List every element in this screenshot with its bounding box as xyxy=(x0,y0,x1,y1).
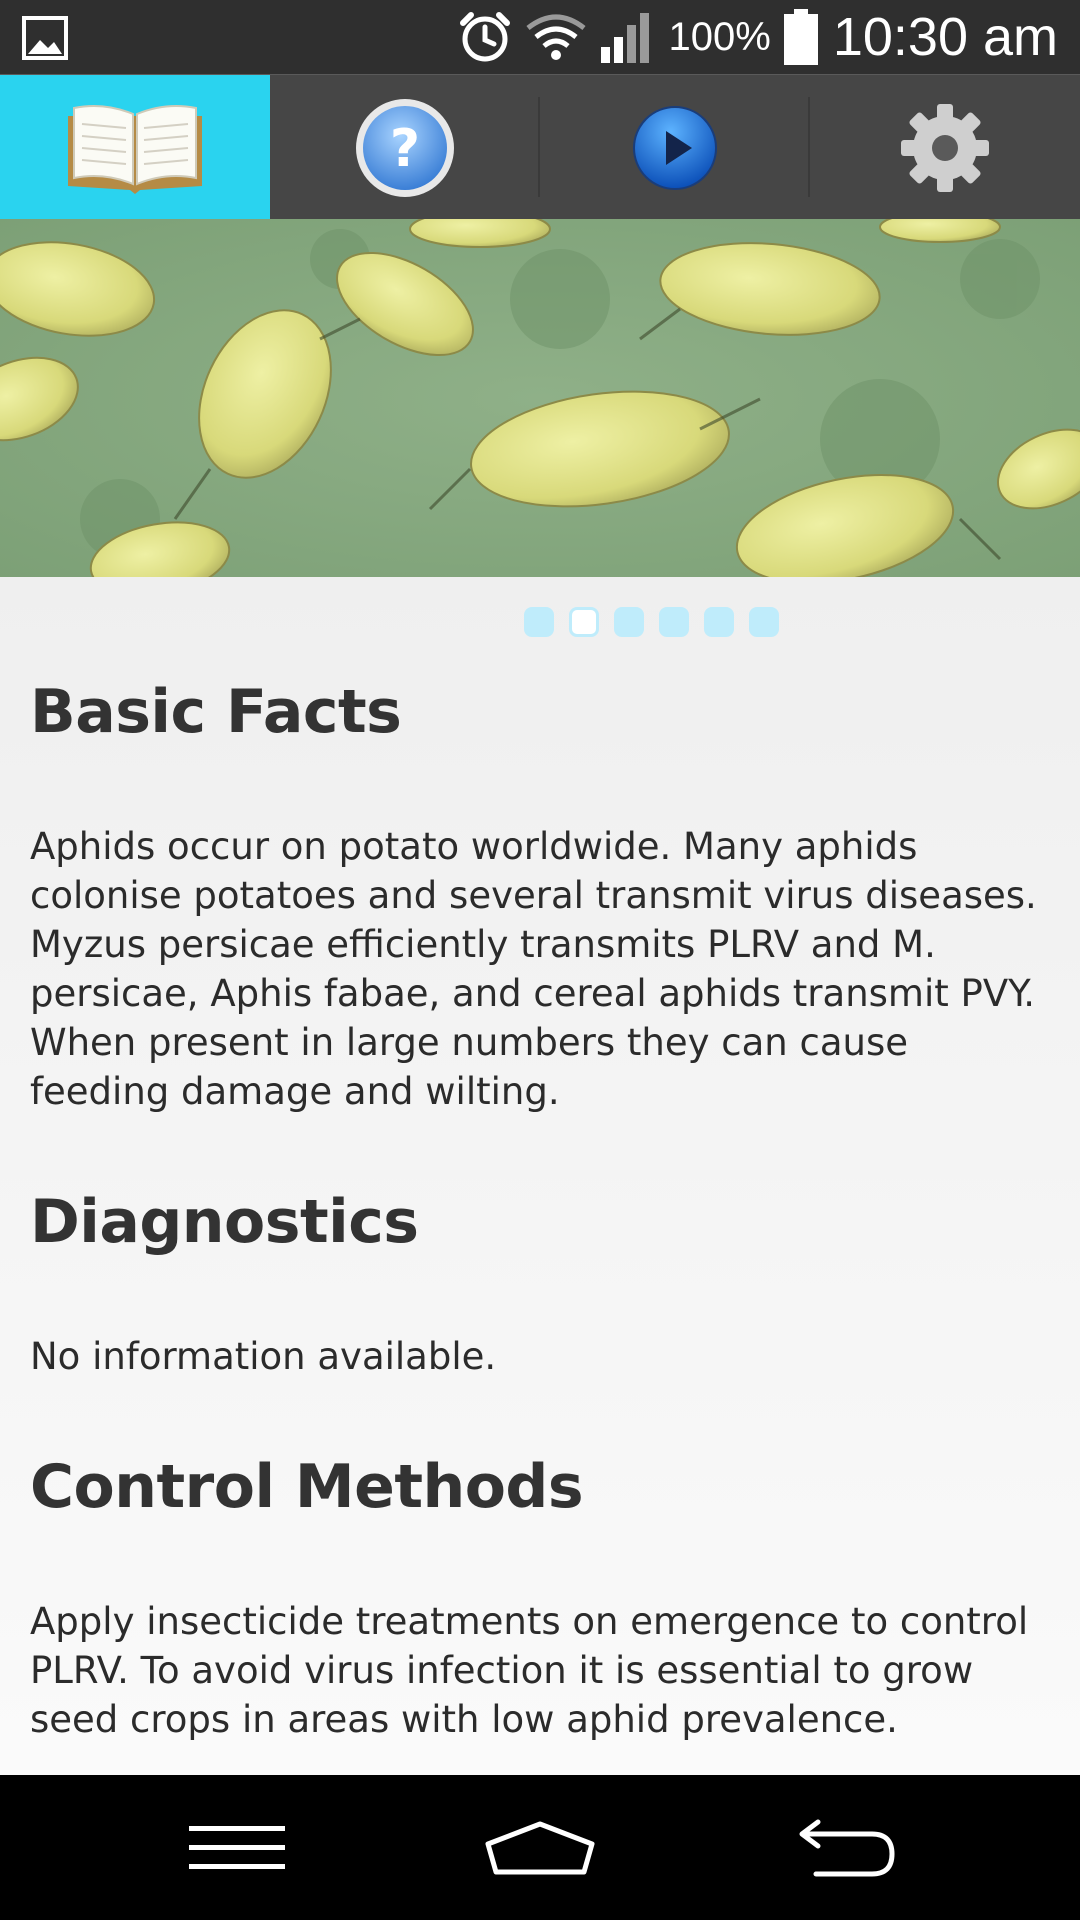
section-body: Aphids occur on potato worldwide. Many a… xyxy=(30,825,1037,1113)
hero-image[interactable] xyxy=(0,219,1080,577)
carousel-dot[interactable] xyxy=(749,607,779,637)
tab-settings[interactable] xyxy=(810,75,1080,220)
aphid-photo xyxy=(0,219,1080,577)
section-diagnostics-body: No information available. xyxy=(30,1332,1050,1381)
section-control-methods-body: Apply insecticide treatments on emergenc… xyxy=(30,1597,1050,1744)
carousel-indicator xyxy=(524,607,794,637)
carousel-dot[interactable] xyxy=(704,607,734,637)
carousel-dot-current[interactable] xyxy=(569,607,599,637)
help-icon: ? xyxy=(356,98,454,197)
signal-icon xyxy=(600,13,649,63)
tab-play[interactable] xyxy=(540,75,810,220)
tab-help[interactable]: ? xyxy=(270,75,540,220)
carousel-dot[interactable] xyxy=(524,607,554,637)
section-basic-facts: Basic Facts xyxy=(30,677,1050,747)
menu-button[interactable] xyxy=(137,1775,337,1920)
carousel-dot[interactable] xyxy=(614,607,644,637)
section-control-methods: Control Methods xyxy=(30,1452,1050,1522)
section-diagnostics: Diagnostics xyxy=(30,1187,1050,1257)
section-heading: Basic Facts xyxy=(30,677,402,747)
content-area[interactable]: Basic Facts Aphids occur on potato world… xyxy=(0,577,1080,1775)
back-button[interactable] xyxy=(744,1775,944,1920)
section-body: No information available. xyxy=(30,1335,497,1378)
carousel-dot[interactable] xyxy=(659,607,689,637)
section-body: Apply insecticide treatments on emergenc… xyxy=(30,1600,1029,1741)
back-icon xyxy=(799,1819,895,1876)
alarm-icon xyxy=(459,12,510,62)
clock: 10:30 am xyxy=(832,7,1058,67)
section-heading: Control Methods xyxy=(30,1452,584,1522)
section-basic-facts-body: Aphids occur on potato worldwide. Many a… xyxy=(30,822,1050,1116)
menu-icon xyxy=(189,1825,285,1869)
section-heading: Diagnostics xyxy=(30,1187,419,1257)
battery-percent: 100% xyxy=(668,14,771,59)
home-button[interactable] xyxy=(440,1775,640,1920)
home-icon xyxy=(485,1821,595,1874)
system-navigation-bar xyxy=(0,1775,1080,1920)
book-icon xyxy=(68,104,202,194)
image-notification-icon xyxy=(22,16,68,60)
battery-icon xyxy=(783,9,818,65)
play-icon xyxy=(633,105,717,190)
top-tab-bar: ? xyxy=(0,74,1080,220)
tab-book[interactable] xyxy=(0,75,270,220)
wifi-icon xyxy=(525,14,586,60)
svg-text:?: ? xyxy=(390,119,420,179)
status-bar: 100% 10:30 am xyxy=(0,0,1080,74)
gear-icon xyxy=(901,103,989,192)
